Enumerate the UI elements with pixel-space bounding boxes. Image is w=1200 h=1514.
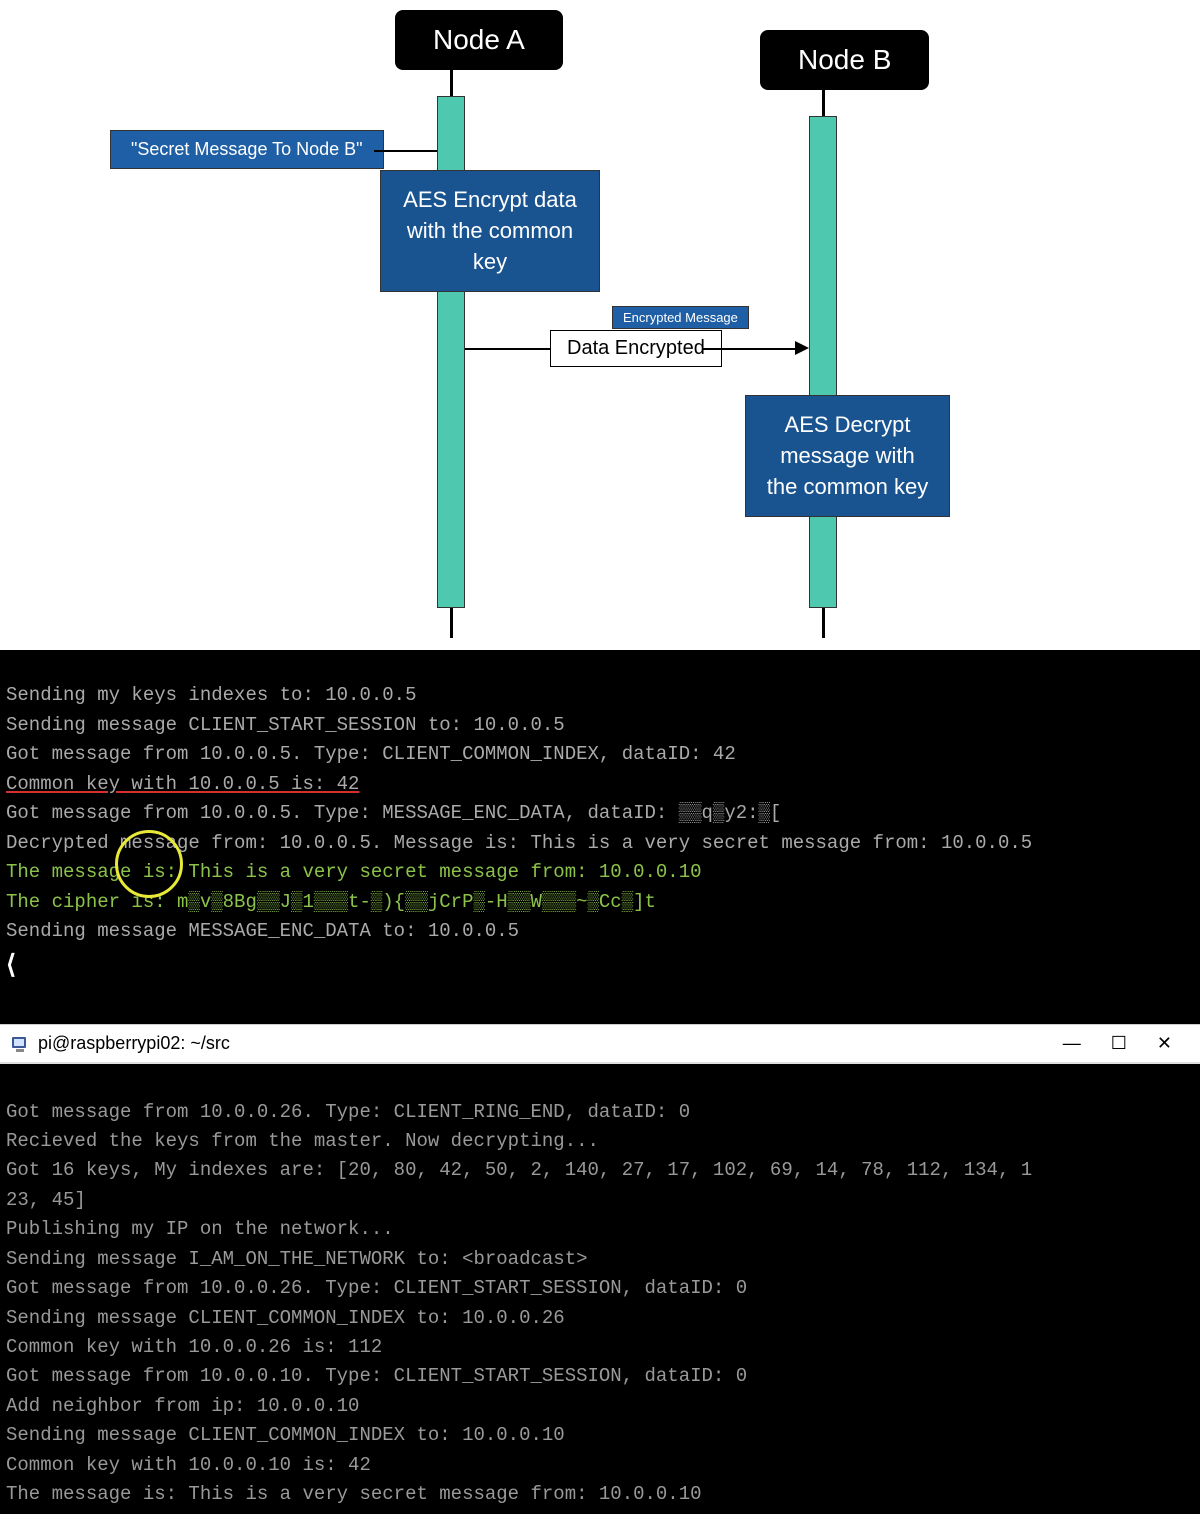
data-encrypted-label: Data Encrypted	[550, 330, 722, 367]
term1-line-message: The message is: This is a very secret me…	[6, 861, 702, 883]
term2-line: Recieved the keys from the master. Now d…	[6, 1130, 599, 1152]
terminal-output-2: Got message from 10.0.0.26. Type: CLIENT…	[0, 1064, 1200, 1514]
term1-line-cipher: The cipher is: m▒v▒8Bg▒▒J▒1▒▒▒t-▒){▒▒jCr…	[6, 891, 656, 913]
term2-line: The message is: This is a very secret me…	[6, 1483, 702, 1505]
term2-line: Sending message CLIENT_COMMON_INDEX to: …	[6, 1424, 565, 1446]
minimize-button[interactable]: —	[1063, 1033, 1081, 1054]
term2-line: Got message from 10.0.0.26. Type: CLIENT…	[6, 1277, 747, 1299]
aes-decrypt-box: AES Decrypt message with the common key	[745, 395, 950, 517]
term1-line: Sending my keys indexes to: 10.0.0.5	[6, 684, 416, 706]
lifeline-b-top	[822, 88, 825, 116]
window-titlebar: pi@raspberrypi02: ~/src — ☐ ✕	[0, 1024, 1200, 1064]
arrow-a-to-data	[465, 348, 550, 350]
aes-encrypt-text: AES Encrypt data with the common key	[403, 187, 577, 274]
node-a-label: Node A	[395, 10, 563, 70]
sequence-diagram: Node A Node B "Secret Message To Node B"…	[0, 0, 1200, 650]
term2-line: Got message from 10.0.0.26. Type: CLIENT…	[6, 1101, 690, 1123]
lifeline-a-top	[450, 68, 453, 96]
term2-line: Publishing my IP on the network...	[6, 1218, 394, 1240]
term2-line: Got message from 10.0.0.10. Type: CLIENT…	[6, 1365, 747, 1387]
lifeline-a-bottom	[450, 608, 453, 638]
lifeline-b-bottom	[822, 608, 825, 638]
window-title: pi@raspberrypi02: ~/src	[38, 1033, 1063, 1054]
secret-message-label: "Secret Message To Node B"	[110, 130, 384, 169]
terminal-output-1: Sending my keys indexes to: 10.0.0.5 Sen…	[0, 650, 1200, 1024]
term2-line: Common key with 10.0.0.26 is: 112	[6, 1336, 382, 1358]
aes-encrypt-box: AES Encrypt data with the common key	[380, 170, 600, 292]
putty-icon	[10, 1034, 30, 1054]
term1-line: Decrypted message from: 10.0.0.5. Messag…	[6, 832, 1032, 854]
term2-line: Got 16 keys, My indexes are: [20, 80, 42…	[6, 1159, 1032, 1181]
encrypted-message-badge: Encrypted Message	[612, 306, 749, 329]
arrow-data-to-b	[702, 348, 797, 350]
term1-line: Got message from 10.0.0.5. Type: MESSAGE…	[6, 802, 781, 824]
term2-line: Common key with 10.0.0.10 is: 42	[6, 1454, 371, 1476]
aes-decrypt-text: AES Decrypt message with the common key	[767, 412, 928, 499]
term1-line: Sending message CLIENT_START_SESSION to:…	[6, 714, 565, 736]
maximize-button[interactable]: ☐	[1111, 1033, 1127, 1054]
term1-line-common-key: Common key with 10.0.0.5 is: 42	[6, 773, 359, 795]
arrow-head-b	[795, 341, 809, 355]
term2-line: Sending message I_AM_ON_THE_NETWORK to: …	[6, 1248, 588, 1270]
term2-line: Add neighbor from ip: 10.0.0.10	[6, 1395, 359, 1417]
node-b-label: Node B	[760, 30, 929, 90]
lifeline-b	[809, 116, 837, 608]
term2-line: Sending message CLIENT_COMMON_INDEX to: …	[6, 1307, 565, 1329]
close-button[interactable]: ✕	[1157, 1033, 1172, 1054]
term1-line: Sending message MESSAGE_ENC_DATA to: 10.…	[6, 920, 519, 942]
term1-line: Got message from 10.0.0.5. Type: CLIENT_…	[6, 743, 736, 765]
term1-prompt: ⟨	[6, 951, 16, 981]
term2-line: 23, 45]	[6, 1189, 86, 1211]
